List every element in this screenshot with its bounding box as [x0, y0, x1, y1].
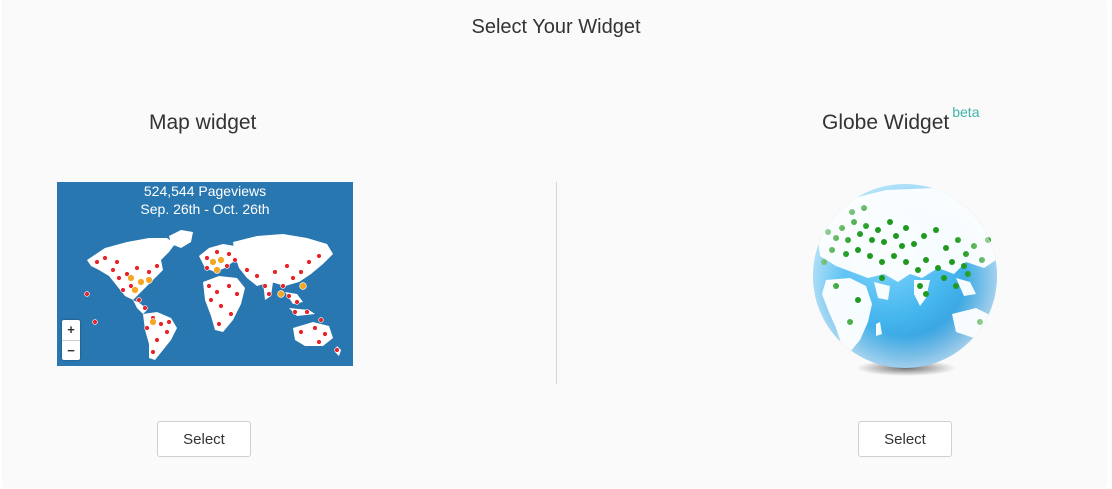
map-widget-preview[interactable]: 524,544 Pageviews Sep. 26th - Oct. 26th …: [57, 182, 353, 366]
globe-widget-title-text: Globe Widget: [822, 111, 950, 134]
beta-badge: beta: [952, 104, 980, 120]
page-title: Select Your Widget: [471, 16, 641, 38]
zoom-in-button[interactable]: +: [62, 320, 80, 340]
pageviews-count: 524,544 Pageviews: [143, 183, 267, 199]
column-divider: [556, 182, 557, 384]
map-widget-title: Map widget: [149, 111, 257, 134]
zoom-out-button[interactable]: −: [62, 340, 80, 360]
select-map-widget-button[interactable]: Select: [157, 421, 251, 457]
globe-widget-preview[interactable]: [806, 182, 1002, 382]
date-range: Sep. 26th - Oct. 26th: [140, 201, 270, 217]
globe-widget-title: Globe Widget beta: [822, 104, 979, 135]
globe-graphic: [813, 184, 997, 376]
zoom-control: + −: [62, 320, 80, 360]
select-globe-widget-button[interactable]: Select: [858, 421, 952, 457]
